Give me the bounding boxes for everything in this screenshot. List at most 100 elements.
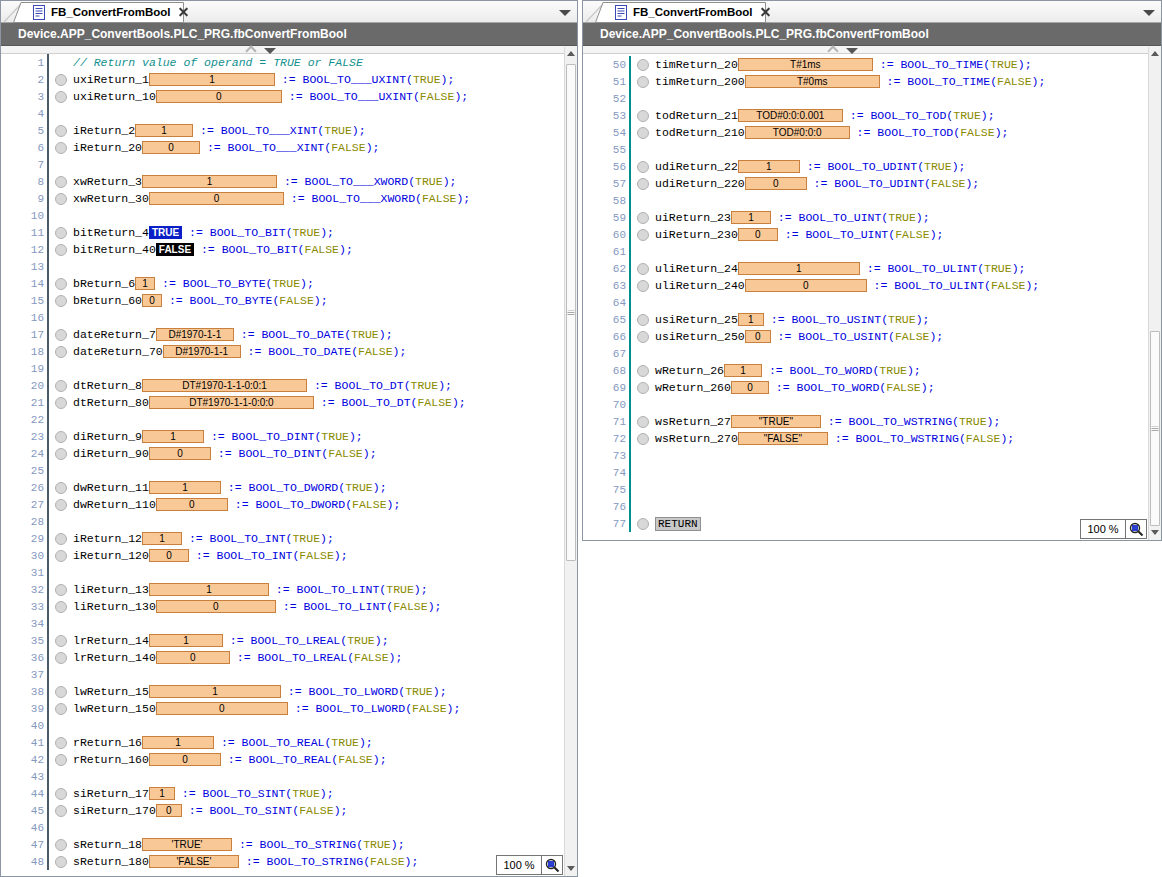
- code-line[interactable]: 47sReturn_18'TRUE' := BOOL_TO_STRING(TRU…: [1, 836, 564, 853]
- code-line[interactable]: 12bitReturn_40FALSE := BOOL_TO_BIT(FALSE…: [1, 241, 564, 258]
- breakpoint-margin[interactable]: [49, 74, 73, 86]
- code-line[interactable]: 23diReturn_91 := BOOL_TO_DINT(TRUE);: [1, 428, 564, 445]
- close-icon[interactable]: [179, 8, 188, 17]
- monitor-value[interactable]: 1: [738, 313, 764, 326]
- code-line[interactable]: 69wReturn_2600 := BOOL_TO_WORD(FALSE);: [583, 379, 1148, 396]
- monitor-value[interactable]: D#1970-1-1: [156, 328, 234, 341]
- code-line-blank[interactable]: 4: [1, 105, 564, 122]
- breakpoint-margin[interactable]: [631, 331, 655, 343]
- code-line-blank[interactable]: 25: [1, 462, 564, 479]
- code-line[interactable]: 30iReturn_1200 := BOOL_TO_INT(FALSE);: [1, 547, 564, 564]
- breakpoint-dot[interactable]: [55, 601, 67, 613]
- breakpoint-dot[interactable]: [55, 227, 67, 239]
- monitor-value[interactable]: "TRUE": [731, 415, 821, 428]
- monitor-value[interactable]: 0: [149, 549, 189, 562]
- breakpoint-dot[interactable]: [55, 737, 67, 749]
- code-line-blank[interactable]: 61: [583, 243, 1148, 260]
- breakpoint-margin[interactable]: [49, 635, 73, 647]
- vertical-scrollbar[interactable]: [1148, 47, 1161, 540]
- breakpoint-margin[interactable]: [49, 397, 73, 409]
- monitor-value[interactable]: 1: [731, 211, 771, 224]
- zoom-button[interactable]: [1126, 519, 1147, 539]
- monitor-value[interactable]: 0: [156, 600, 276, 613]
- breakpoint-dot[interactable]: [55, 295, 67, 307]
- monitor-value[interactable]: 0: [731, 381, 769, 394]
- breakpoint-dot[interactable]: [637, 263, 649, 275]
- code-line[interactable]: 5iReturn_21 := BOOL_TO___XINT(TRUE);: [1, 122, 564, 139]
- tab-list-dropdown-icon[interactable]: [1143, 10, 1155, 16]
- monitor-value[interactable]: DT#1970-1-1-0:0:0: [149, 396, 314, 409]
- code-line[interactable]: 21dtReturn_80DT#1970-1-1-0:0:0 := BOOL_T…: [1, 394, 564, 411]
- monitor-value[interactable]: 0: [745, 330, 771, 343]
- breakpoint-margin[interactable]: [631, 229, 655, 241]
- breakpoint-margin[interactable]: [631, 382, 655, 394]
- monitor-value[interactable]: 0: [149, 192, 284, 205]
- monitor-value[interactable]: 1: [149, 634, 223, 647]
- monitor-value[interactable]: 0: [745, 279, 867, 292]
- code-line[interactable]: 57udiReturn_2200 := BOOL_TO_UDINT(FALSE)…: [583, 175, 1148, 192]
- breakpoint-dot[interactable]: [55, 499, 67, 511]
- breakpoint-margin[interactable]: [49, 448, 73, 460]
- monitor-value[interactable]: D#1970-1-1: [163, 345, 241, 358]
- monitor-value[interactable]: 1: [135, 124, 193, 137]
- breakpoint-margin[interactable]: [49, 91, 73, 103]
- monitor-value[interactable]: 'TRUE': [142, 838, 232, 851]
- code-line-blank[interactable]: 10: [1, 207, 564, 224]
- code-line[interactable]: 24diReturn_900 := BOOL_TO_DINT(FALSE);: [1, 445, 564, 462]
- breakpoint-margin[interactable]: [49, 380, 73, 392]
- code-line[interactable]: 9xwReturn_300 := BOOL_TO___XWORD(FALSE);: [1, 190, 564, 207]
- monitor-value[interactable]: 1: [142, 175, 277, 188]
- breakpoint-dot[interactable]: [55, 74, 67, 86]
- code-line[interactable]: 29iReturn_121 := BOOL_TO_INT(TRUE);: [1, 530, 564, 547]
- breakpoint-margin[interactable]: [49, 839, 73, 851]
- code-line-blank[interactable]: 52: [583, 90, 1148, 107]
- breakpoint-dot[interactable]: [55, 533, 67, 545]
- code-line[interactable]: 54todReturn_210TOD#0:0:0 := BOOL_TO_TOD(…: [583, 124, 1148, 141]
- monitor-value[interactable]: TOD#0:0:0: [745, 126, 850, 139]
- monitor-value[interactable]: 0: [142, 141, 200, 154]
- code-line-blank[interactable]: 74: [583, 464, 1148, 481]
- breakpoint-dot[interactable]: [55, 856, 67, 868]
- code-line[interactable]: 8xwReturn_31 := BOOL_TO___XWORD(TRUE);: [1, 173, 564, 190]
- breakpoint-margin[interactable]: [49, 125, 73, 137]
- code-area[interactable]: 1// Return value of operand = TRUE or FA…: [1, 54, 564, 876]
- breakpoint-margin[interactable]: [49, 805, 73, 817]
- code-line[interactable]: 26dwReturn_111 := BOOL_TO_DWORD(TRUE);: [1, 479, 564, 496]
- breakpoint-dot[interactable]: [637, 416, 649, 428]
- monitor-value[interactable]: 0: [156, 651, 230, 664]
- code-line[interactable]: 42rReturn_1600 := BOOL_TO_REAL(FALSE);: [1, 751, 564, 768]
- breakpoint-margin[interactable]: [49, 703, 73, 715]
- code-line[interactable]: 59uiReturn_231 := BOOL_TO_UINT(TRUE);: [583, 209, 1148, 226]
- breakpoint-dot[interactable]: [55, 346, 67, 358]
- code-line[interactable]: 68wReturn_261 := BOOL_TO_WORD(TRUE);: [583, 362, 1148, 379]
- code-line[interactable]: 18dateReturn_70D#1970-1-1 := BOOL_TO_DAT…: [1, 343, 564, 360]
- breakpoint-dot[interactable]: [637, 59, 649, 71]
- code-line-blank[interactable]: 76: [583, 498, 1148, 515]
- breakpoint-margin[interactable]: [631, 110, 655, 122]
- monitor-value[interactable]: 1: [149, 787, 175, 800]
- breakpoint-margin[interactable]: [631, 518, 655, 530]
- code-line-blank[interactable]: 70: [583, 396, 1148, 413]
- code-line[interactable]: 51timReturn_200T#0ms := BOOL_TO_TIME(FAL…: [583, 73, 1148, 90]
- breakpoint-dot[interactable]: [637, 280, 649, 292]
- monitor-value[interactable]: 0: [142, 294, 162, 307]
- code-line[interactable]: 17dateReturn_7D#1970-1-1 := BOOL_TO_DATE…: [1, 326, 564, 343]
- breakpoint-dot[interactable]: [55, 788, 67, 800]
- breakpoint-dot[interactable]: [55, 91, 67, 103]
- code-line[interactable]: 2uxiReturn_11 := BOOL_TO___UXINT(TRUE);: [1, 71, 564, 88]
- code-line-blank[interactable]: 64: [583, 294, 1148, 311]
- breakpoint-margin[interactable]: [49, 856, 73, 868]
- code-line[interactable]: 63uliReturn_2400 := BOOL_TO_ULINT(FALSE)…: [583, 277, 1148, 294]
- monitor-value[interactable]: "FALSE": [738, 432, 828, 445]
- monitor-value[interactable]: 1: [738, 160, 800, 173]
- breakpoint-dot[interactable]: [55, 244, 67, 256]
- scroll-up-button[interactable]: [1149, 47, 1161, 60]
- breakpoint-margin[interactable]: [49, 686, 73, 698]
- code-line-blank[interactable]: 58: [583, 192, 1148, 209]
- monitor-value[interactable]: T#0ms: [745, 75, 880, 88]
- breakpoint-margin[interactable]: [631, 127, 655, 139]
- breakpoint-margin[interactable]: [631, 161, 655, 173]
- breakpoint-margin[interactable]: [631, 280, 655, 292]
- code-line[interactable]: 56udiReturn_221 := BOOL_TO_UDINT(TRUE);: [583, 158, 1148, 175]
- code-line[interactable]: 50timReturn_20T#1ms := BOOL_TO_TIME(TRUE…: [583, 56, 1148, 73]
